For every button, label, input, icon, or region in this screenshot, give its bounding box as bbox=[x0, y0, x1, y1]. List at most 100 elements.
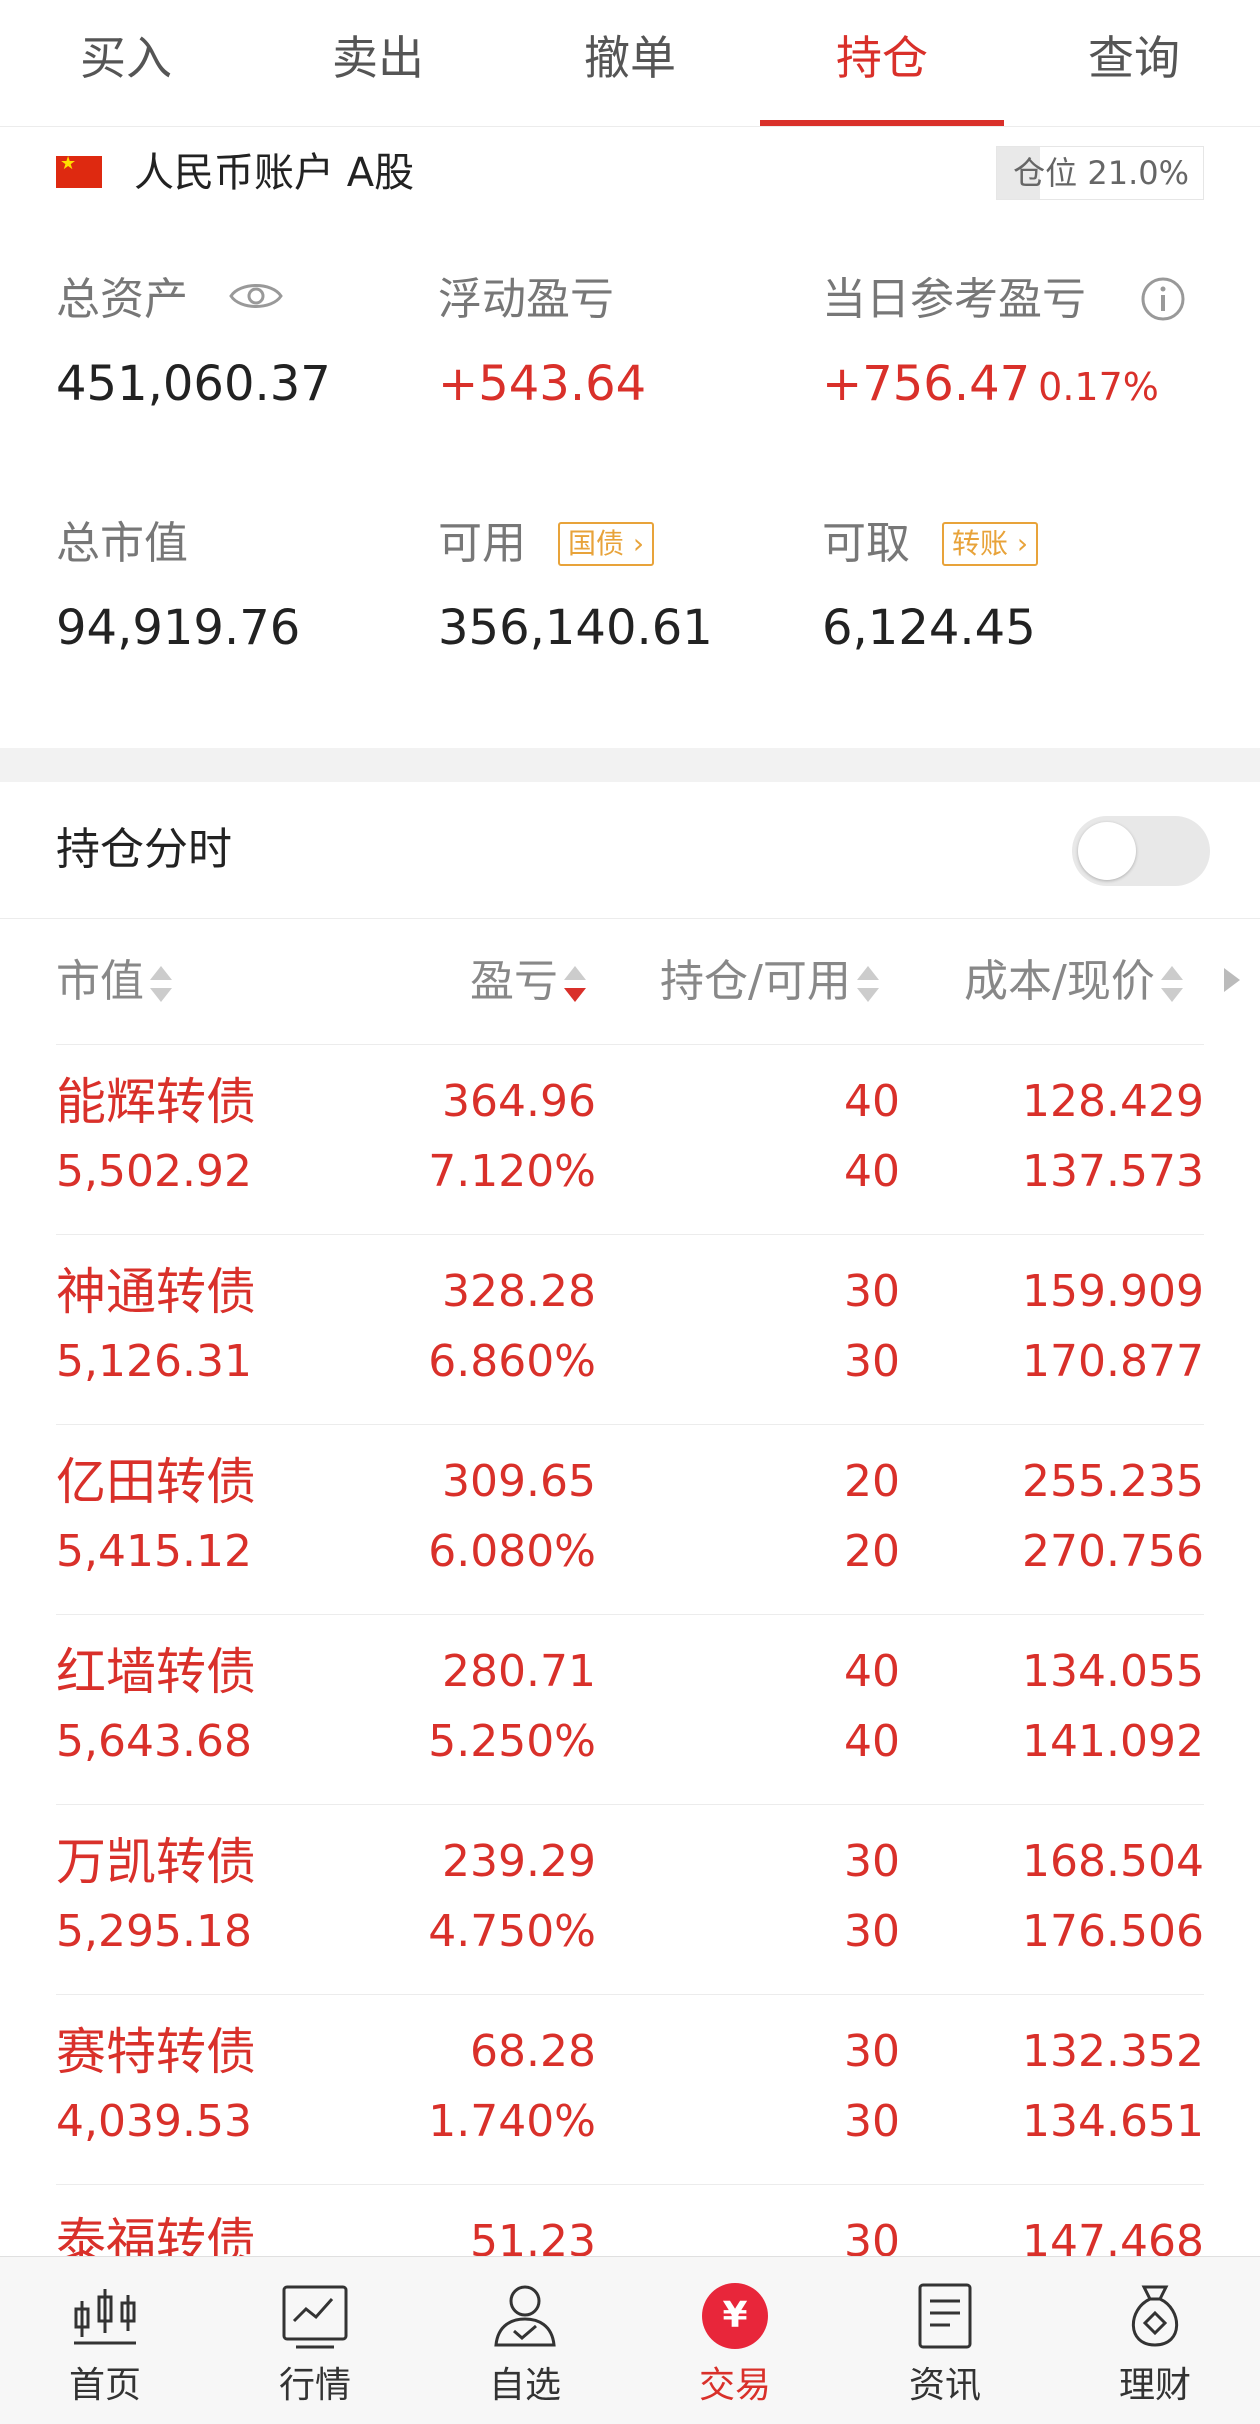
available: 40 bbox=[844, 1716, 900, 1767]
holding-timeshare-toggle[interactable] bbox=[1072, 816, 1210, 886]
cost: 159.909 bbox=[1022, 1266, 1204, 1317]
document-icon bbox=[918, 2283, 972, 2349]
tab-query[interactable]: 查询 bbox=[1008, 0, 1260, 126]
table-row[interactable]: 神通转债 5,126.31 328.28 6.860% 30 30 159.909 170.8… bbox=[0, 1234, 1260, 1424]
header-market-value[interactable]: 市值 bbox=[56, 952, 172, 1012]
eye-icon[interactable] bbox=[228, 278, 284, 314]
section-divider bbox=[0, 748, 1260, 782]
nav-news[interactable]: 资讯 bbox=[840, 2257, 1050, 2424]
nav-news-label: 资讯 bbox=[908, 2365, 981, 2406]
nav-trade[interactable]: ¥ 交易 bbox=[630, 2257, 840, 2424]
treasury-bond-button[interactable]: 国债 › bbox=[558, 522, 655, 566]
cost: 255.235 bbox=[1022, 1456, 1204, 1507]
line-chart-icon bbox=[282, 2285, 348, 2349]
position: 30 bbox=[844, 1836, 900, 1887]
scroll-right-arrow-icon[interactable] bbox=[1224, 968, 1240, 992]
market-value: 4,039.53 bbox=[56, 2096, 252, 2147]
pl: 239.29 bbox=[442, 1836, 596, 1887]
table-row[interactable]: 红墙转债 5,643.68 280.71 5.250% 40 40 134.055 141.0… bbox=[0, 1614, 1260, 1804]
nav-watchlist-label: 自选 bbox=[488, 2365, 561, 2406]
bond-name: 红墙转债 bbox=[56, 1643, 256, 1701]
row-divider bbox=[56, 1044, 1204, 1045]
bond-name: 万凯转债 bbox=[56, 1833, 256, 1891]
total-assets-value: 451,060.37 bbox=[56, 356, 331, 412]
row-divider bbox=[56, 1994, 1204, 1995]
nav-watchlist[interactable]: 自选 bbox=[420, 2257, 630, 2424]
market-value-value: 94,919.76 bbox=[56, 600, 301, 656]
pl-pct: 7.120% bbox=[428, 1146, 596, 1197]
tab-holdings[interactable]: 持仓 bbox=[756, 0, 1008, 126]
pl-pct: 6.860% bbox=[428, 1336, 596, 1387]
header-cost-price-label: 成本/现价 bbox=[964, 956, 1155, 1007]
daily-ref-pl: +756.47 0.17% bbox=[822, 352, 1159, 419]
header-market-value-label: 市值 bbox=[56, 956, 144, 1007]
tab-query-label: 查询 bbox=[1088, 31, 1180, 85]
treasury-bond-label: 国债 bbox=[568, 527, 625, 560]
row-divider bbox=[56, 1234, 1204, 1235]
table-row[interactable]: 亿田转债 5,415.12 309.65 6.080% 20 20 255.235 270.7… bbox=[0, 1424, 1260, 1614]
pl-pct: 5.250% bbox=[428, 1716, 596, 1767]
account-label: 人民币账户 A股 bbox=[134, 150, 415, 196]
market-value: 5,415.12 bbox=[56, 1526, 252, 1577]
candlestick-icon bbox=[74, 2289, 136, 2345]
available-label: 可用 bbox=[438, 518, 526, 569]
nav-wealth-label: 理财 bbox=[1118, 2365, 1191, 2406]
nav-market-label: 行情 bbox=[278, 2365, 351, 2406]
cost: 132.352 bbox=[1022, 2026, 1204, 2077]
header-cost-price[interactable]: 成本/现价 bbox=[964, 952, 1183, 1012]
pl: 280.71 bbox=[442, 1646, 596, 1697]
header-pl[interactable]: 盈亏 bbox=[470, 952, 586, 1012]
toggle-knob bbox=[1078, 822, 1136, 880]
price: 170.877 bbox=[1022, 1336, 1204, 1387]
position: 30 bbox=[844, 1266, 900, 1317]
nav-wealth[interactable]: 理财 bbox=[1050, 2257, 1260, 2424]
top-tab-bar: 买入 卖出 撤单 持仓 查询 bbox=[0, 0, 1260, 127]
position-ratio-value: 21.0% bbox=[1087, 154, 1189, 192]
table-row[interactable]: 万凯转债 5,295.18 239.29 4.750% 30 30 168.504 176.5… bbox=[0, 1804, 1260, 1994]
available: 30 bbox=[844, 1906, 900, 1957]
available: 40 bbox=[844, 1146, 900, 1197]
cost: 128.429 bbox=[1022, 1076, 1204, 1127]
header-position-available[interactable]: 持仓/可用 bbox=[660, 952, 879, 1012]
table-row[interactable]: 能辉转债 5,502.92 364.96 7.120% 40 40 128.429 137.5… bbox=[0, 1044, 1260, 1234]
available: 20 bbox=[844, 1526, 900, 1577]
tab-buy-label: 买入 bbox=[80, 31, 172, 85]
user-check-icon bbox=[494, 2285, 556, 2347]
position-ratio-text: 仓位 21.0% bbox=[1013, 147, 1189, 199]
pl: 68.28 bbox=[470, 2026, 596, 2077]
market-value: 5,126.31 bbox=[56, 1336, 252, 1387]
position: 40 bbox=[844, 1646, 900, 1697]
tab-cancel-order[interactable]: 撤单 bbox=[504, 0, 756, 126]
yuan-icon: ¥ bbox=[702, 2283, 768, 2349]
info-icon[interactable] bbox=[1140, 276, 1186, 322]
transfer-label: 转账 bbox=[952, 527, 1009, 560]
china-flag-icon: ★ bbox=[56, 154, 102, 188]
sort-desc-icon bbox=[564, 964, 586, 1004]
cost: 168.504 bbox=[1022, 1836, 1204, 1887]
tab-sell-label: 卖出 bbox=[332, 31, 424, 85]
row-divider bbox=[56, 1804, 1204, 1805]
table-row[interactable]: 赛特转债 4,039.53 68.28 1.740% 30 30 132.352 134.65… bbox=[0, 1994, 1260, 2184]
header-position-available-label: 持仓/可用 bbox=[660, 956, 851, 1007]
money-bag-icon bbox=[1131, 2285, 1179, 2347]
cost: 134.055 bbox=[1022, 1646, 1204, 1697]
nav-home[interactable]: 首页 bbox=[0, 2257, 210, 2424]
tab-holdings-label: 持仓 bbox=[836, 31, 928, 85]
tab-sell[interactable]: 卖出 bbox=[252, 0, 504, 126]
available-value: 356,140.61 bbox=[438, 600, 713, 656]
pl: 364.96 bbox=[442, 1076, 596, 1127]
available: 30 bbox=[844, 2096, 900, 2147]
tab-buy[interactable]: 买入 bbox=[0, 0, 252, 126]
tab-cancel-order-label: 撤单 bbox=[584, 31, 676, 85]
transfer-button[interactable]: 转账 › bbox=[942, 522, 1039, 566]
position: 20 bbox=[844, 1456, 900, 1507]
nav-trade-label: 交易 bbox=[698, 2365, 771, 2406]
pl-pct: 1.740% bbox=[428, 2096, 596, 2147]
pl: 328.28 bbox=[442, 1266, 596, 1317]
floating-pl-value: +543.64 bbox=[438, 356, 647, 412]
bond-name: 能辉转债 bbox=[56, 1073, 256, 1131]
market-value: 5,643.68 bbox=[56, 1716, 252, 1767]
market-value: 5,295.18 bbox=[56, 1906, 252, 1957]
position-ratio-label: 仓位 bbox=[1013, 154, 1078, 192]
nav-market[interactable]: 行情 bbox=[210, 2257, 420, 2424]
